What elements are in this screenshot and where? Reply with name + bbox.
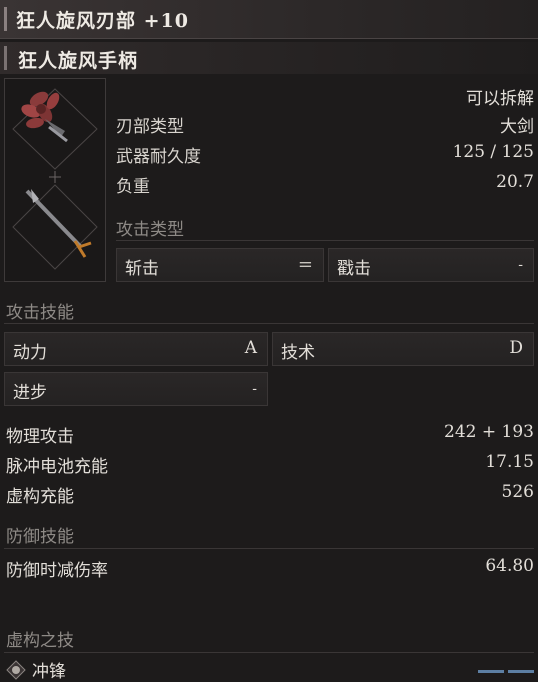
fable-skill-name: 冲锋 bbox=[32, 662, 66, 682]
attack-skill-divider bbox=[4, 323, 534, 324]
weapon-preview bbox=[4, 78, 106, 282]
blade-rose-icon bbox=[21, 91, 68, 143]
charge-segment-2 bbox=[508, 670, 534, 673]
attack-value-pulse: 17.15 bbox=[485, 452, 534, 472]
fist-emblem-icon bbox=[6, 660, 26, 680]
skill-grade-motivity: A bbox=[244, 338, 257, 358]
skill-grade-advance: - bbox=[252, 381, 257, 397]
attack-label-pulse: 脉冲电池充能 bbox=[6, 457, 108, 477]
item-title-bar: 狂人旋风刃部 +10 bbox=[0, 0, 538, 39]
attack-type-slash-box: 斩击 = bbox=[116, 248, 324, 282]
attack-value-physical: 242 + 193 bbox=[444, 422, 534, 442]
attack-type-thrust-box: 戳击 - bbox=[328, 248, 534, 282]
fable-divider bbox=[4, 652, 534, 653]
attack-type-slash: 斩击 bbox=[125, 259, 159, 279]
attack-label-fable: 虚构充能 bbox=[6, 487, 74, 507]
attack-type-thrust-value: - bbox=[518, 257, 523, 273]
attack-type-header: 攻击类型 bbox=[116, 220, 184, 240]
attack-value-fable: 526 bbox=[501, 482, 534, 502]
skill-label-advance: 进步 bbox=[13, 383, 47, 403]
handle-accent bbox=[4, 46, 7, 70]
stat-label-weight: 负重 bbox=[116, 177, 150, 197]
attack-type-thrust: 戳击 bbox=[337, 259, 371, 279]
skill-label-technique: 技术 bbox=[281, 343, 315, 363]
item-title: 狂人旋风刃部 +10 bbox=[16, 10, 189, 32]
attack-skill-header: 攻击技能 bbox=[6, 303, 74, 323]
skill-box-technique: 技术 D bbox=[272, 332, 534, 366]
attack-label-physical: 物理攻击 bbox=[6, 427, 74, 447]
stat-value-durability: 125 / 125 bbox=[452, 142, 534, 162]
equals-icon: = bbox=[297, 254, 313, 275]
skill-box-motivity: 动力 A bbox=[4, 332, 268, 366]
stat-value-blade-type: 大剑 bbox=[500, 117, 534, 137]
handle-shaft-icon bbox=[25, 189, 92, 258]
charge-segment-1 bbox=[478, 670, 504, 673]
defense-skill-header: 防御技能 bbox=[6, 527, 74, 547]
defense-divider bbox=[4, 548, 534, 549]
handle-name: 狂人旋风手柄 bbox=[18, 50, 139, 72]
attack-type-divider bbox=[116, 240, 534, 241]
fable-art-header: 虚构之技 bbox=[6, 631, 74, 651]
handle-bar: 狂人旋风手柄 bbox=[0, 42, 538, 74]
stat-label-blade-type: 刃部类型 bbox=[116, 117, 184, 137]
stat-value-weight: 20.7 bbox=[496, 172, 534, 192]
skill-label-motivity: 动力 bbox=[13, 343, 47, 363]
detachable-label: 可以拆解 bbox=[466, 89, 534, 109]
stat-label-durability: 武器耐久度 bbox=[116, 147, 201, 167]
defense-label: 防御时减伤率 bbox=[6, 561, 108, 581]
skill-box-advance: 进步 - bbox=[4, 372, 268, 406]
weapon-preview-art bbox=[12, 88, 98, 270]
defense-value: 64.80 bbox=[485, 556, 534, 576]
title-accent bbox=[4, 7, 7, 31]
skill-grade-technique: D bbox=[509, 338, 523, 358]
